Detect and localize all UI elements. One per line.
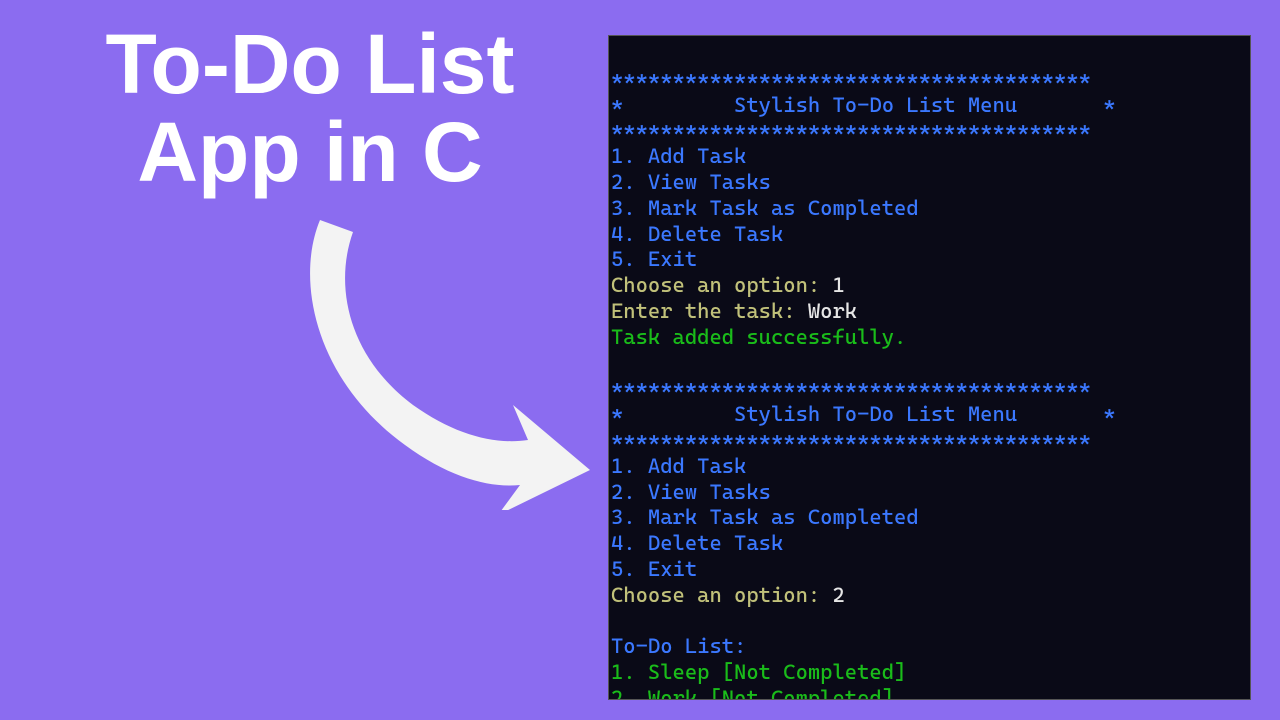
menu-border-top: *************************************** — [611, 376, 1091, 400]
menu-title: * Stylish To-Do List Menu * — [611, 93, 1116, 117]
menu-title: * Stylish To-Do List Menu * — [611, 402, 1116, 426]
choose-prompt: Choose an option: — [611, 583, 832, 607]
menu-item: 3. Mark Task as Completed — [611, 196, 919, 220]
title-line-1: To-Do List — [105, 17, 514, 111]
menu-item: 4. Delete Task — [611, 531, 783, 555]
menu-item: 3. Mark Task as Completed — [611, 505, 919, 529]
page-title: To-Do List App in C — [100, 20, 520, 196]
list-item: 1. Sleep [Not Completed] — [611, 660, 906, 684]
user-input: Work — [808, 299, 857, 323]
list-item: 2. Work [Not Completed] — [611, 686, 894, 700]
enter-task-prompt: Enter the task: — [611, 299, 808, 323]
success-message: Task added successfully. — [611, 325, 906, 349]
menu-border-bottom: *************************************** — [611, 428, 1091, 452]
menu-item: 5. Exit — [611, 557, 697, 581]
user-input: 2 — [832, 583, 844, 607]
menu-item: 4. Delete Task — [611, 222, 783, 246]
menu-item: 1. Add Task — [611, 144, 746, 168]
menu-item: 2. View Tasks — [611, 170, 771, 194]
menu-border-bottom: *************************************** — [611, 118, 1091, 142]
menu-item: 2. View Tasks — [611, 480, 771, 504]
title-line-2: App in C — [137, 105, 482, 199]
list-header: To-Do List: — [611, 634, 746, 658]
arrow-icon — [285, 210, 605, 510]
choose-prompt: Choose an option: — [611, 273, 832, 297]
menu-border-top: *************************************** — [611, 67, 1091, 91]
terminal-window[interactable]: *************************************** … — [608, 35, 1251, 700]
user-input: 1 — [832, 273, 844, 297]
menu-item: 1. Add Task — [611, 454, 746, 478]
menu-item: 5. Exit — [611, 247, 697, 271]
